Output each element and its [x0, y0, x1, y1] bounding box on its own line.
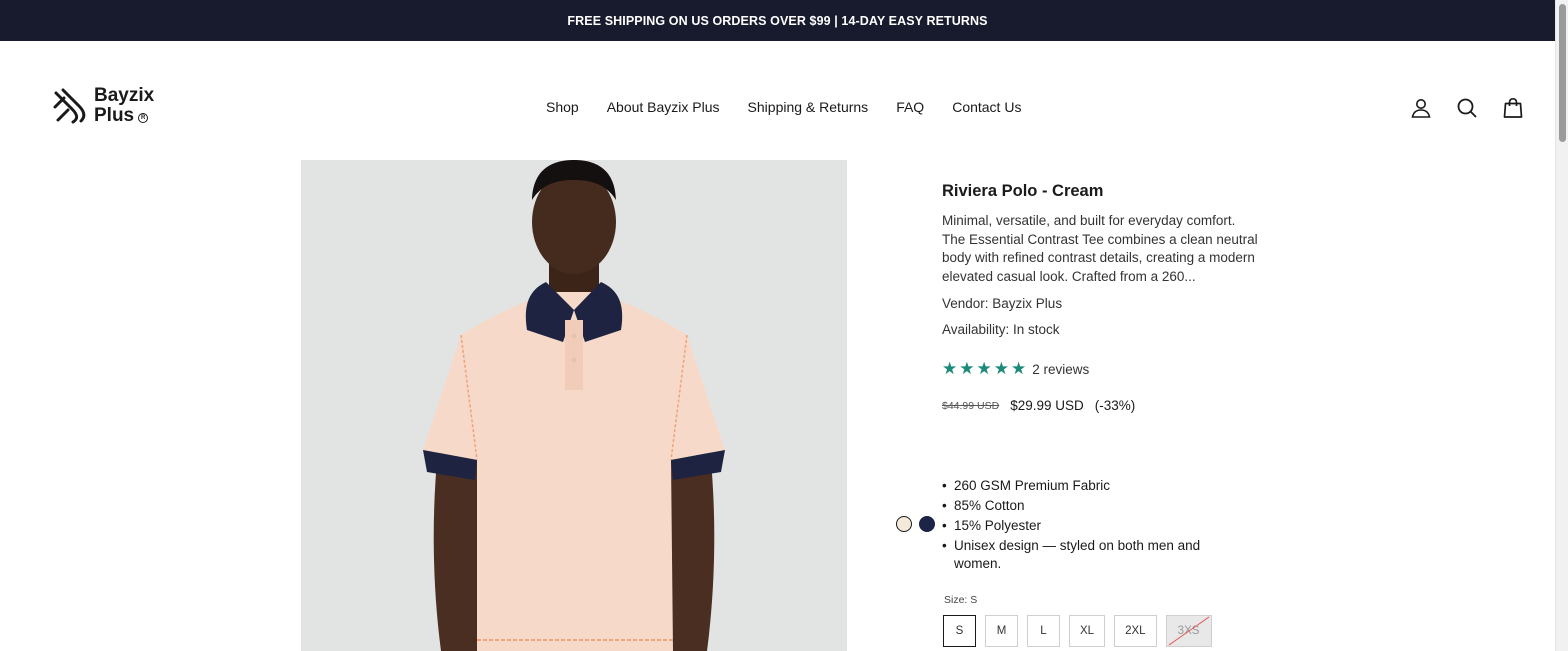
account-icon[interactable]: [1409, 96, 1433, 120]
swatch-cream[interactable]: [896, 516, 912, 532]
header-actions: [1409, 96, 1525, 120]
reviews-count[interactable]: 2 reviews: [1032, 362, 1089, 377]
product-info: Riviera Polo - Cream Minimal, versatile,…: [942, 180, 1262, 413]
star-icon: ★: [993, 359, 1009, 378]
list-item: • 15% Polyester: [942, 518, 1042, 533]
announcement-text: FREE SHIPPING ON US ORDERS OVER $99 | 14…: [567, 13, 988, 28]
size-option-2xl[interactable]: 2XL: [1114, 615, 1157, 647]
sale-price: $29.99 USD: [1010, 398, 1084, 413]
nav-contact[interactable]: Contact Us: [952, 99, 1021, 115]
main-nav: Shop About Bayzix Plus Shipping & Return…: [546, 99, 1021, 115]
list-item: • 260 GSM Premium Fabric: [942, 478, 1111, 493]
vendor-text: Vendor: Bayzix Plus: [942, 296, 1063, 311]
size-option-3xs[interactable]: 3XS: [1165, 615, 1212, 647]
list-item: • Unisex design — styled on both men and …: [942, 538, 1201, 571]
size-option-s[interactable]: S: [943, 615, 976, 647]
product-image[interactable]: [301, 160, 847, 651]
product-description: Minimal, versatile, and built for everyd…: [942, 213, 1258, 284]
registered-mark: R: [138, 113, 149, 123]
list-item: • 85% Cotton: [942, 498, 1025, 513]
nav-shop[interactable]: Shop: [546, 99, 579, 115]
search-icon[interactable]: [1455, 96, 1479, 120]
cart-icon[interactable]: [1501, 96, 1525, 120]
star-icon: ★: [942, 359, 958, 378]
logo-text-line1: Bayzix: [94, 85, 155, 106]
size-label: Size: S: [944, 594, 978, 606]
product-photo: [301, 160, 847, 651]
nav-faq[interactable]: FAQ: [896, 99, 924, 115]
rating[interactable]: ★ ★ ★ ★ ★ 2 reviews: [942, 359, 1262, 378]
logo-text-line2: Plus: [94, 105, 135, 126]
size-options: S M L XL 2XL 3XS: [943, 615, 1212, 647]
size-option-xl[interactable]: XL: [1069, 615, 1106, 647]
availability-text: Availability: In stock: [942, 322, 1060, 337]
compare-price: $44.99 USD: [942, 399, 1000, 412]
color-swatches: [896, 516, 935, 532]
size-option-m[interactable]: M: [985, 615, 1018, 647]
unavailable-strike-icon: [1168, 616, 1209, 646]
page-scrollbar[interactable]: [1555, 0, 1568, 651]
swatch-navy[interactable]: [919, 516, 935, 532]
star-icon: ★: [959, 359, 975, 378]
product-title: Riviera Polo - Cream: [942, 182, 1104, 200]
star-icon: ★: [976, 359, 992, 378]
logo-mark-icon: [53, 88, 86, 124]
nav-about[interactable]: About Bayzix Plus: [607, 99, 720, 115]
star-icon: ★: [1011, 359, 1027, 378]
scrollbar-thumb[interactable]: [1559, 4, 1566, 142]
announcement-bar: FREE SHIPPING ON US ORDERS OVER $99 | 14…: [0, 0, 1555, 41]
brand-logo[interactable]: Bayzix Plus R: [52, 86, 154, 126]
nav-shipping-returns[interactable]: Shipping & Returns: [748, 99, 869, 115]
feature-list: • 260 GSM Premium Fabric • 85% Cotton • 15%…: [942, 477, 1232, 575]
price-row: $44.99 USD $29.99 USD (-33%): [942, 398, 1262, 413]
size-option-l[interactable]: L: [1027, 615, 1060, 647]
discount-badge: (-33%): [1094, 398, 1136, 413]
